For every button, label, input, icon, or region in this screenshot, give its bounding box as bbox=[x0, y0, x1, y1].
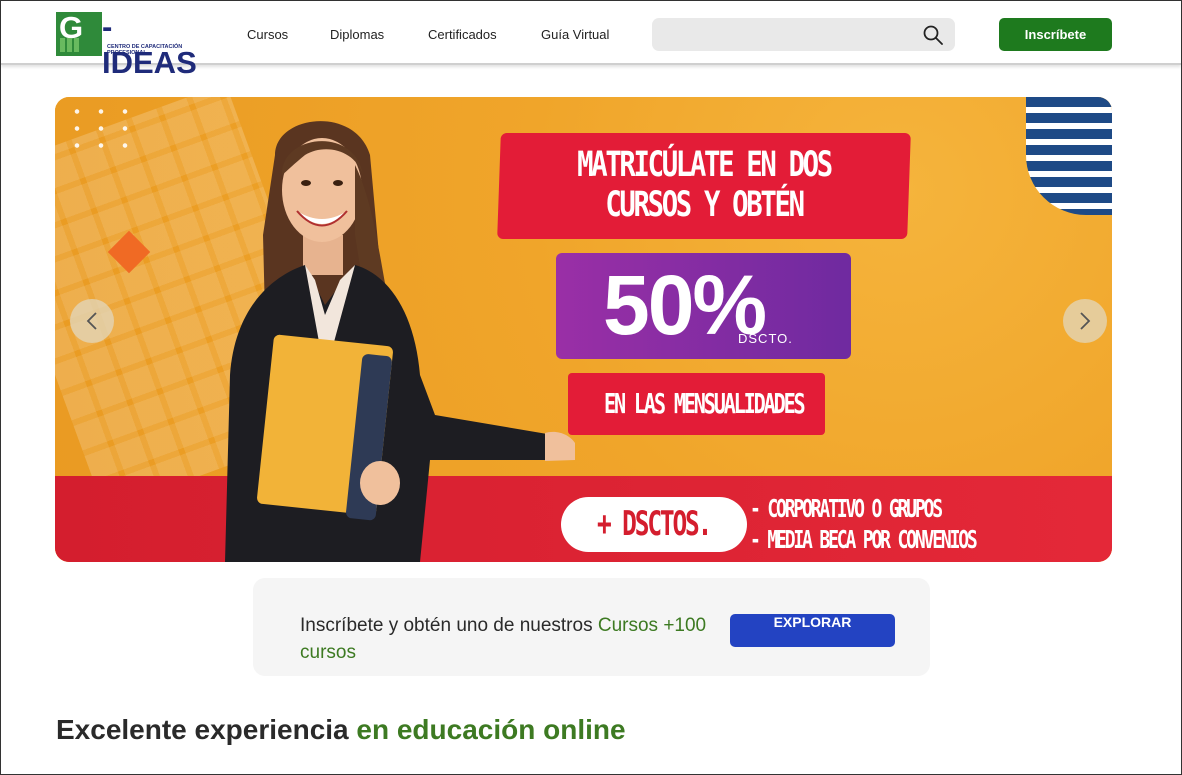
extra-discount-list: - CORPORATIVO O GRUPOS - MEDIA BECA POR … bbox=[750, 493, 978, 555]
nav-cursos[interactable]: Cursos bbox=[247, 27, 288, 42]
chevron-left-icon bbox=[86, 312, 97, 330]
search-input[interactable] bbox=[652, 18, 955, 51]
extra-discount-pill-text: + DSCTOS. bbox=[597, 504, 712, 544]
chevron-right-icon bbox=[1080, 312, 1091, 330]
logo[interactable]: G -IDEAS CENTRO DE CAPACITACIÓN PROFESIO… bbox=[56, 9, 207, 80]
explorar-button[interactable]: EXPLORAR bbox=[730, 614, 895, 647]
hero-banner: MATRICÚLATE EN DOS CURSOS Y OBTÉN 50% DS… bbox=[55, 97, 1112, 562]
section-title-main: Excelente experiencia bbox=[56, 714, 357, 745]
carousel-prev-button[interactable] bbox=[70, 299, 114, 343]
logo-mark: G bbox=[56, 10, 102, 56]
nav-guia-virtual[interactable]: Guía Virtual bbox=[541, 27, 609, 42]
discount-note: DSCTO. bbox=[738, 331, 793, 346]
site-header: G -IDEAS CENTRO DE CAPACITACIÓN PROFESIO… bbox=[1, 1, 1181, 80]
inscribete-button[interactable]: Inscríbete bbox=[999, 18, 1112, 51]
dots-graphic bbox=[65, 103, 145, 159]
banner-subline: EN LAS MENSUALIDADES bbox=[603, 387, 806, 420]
banner-headline: MATRICÚLATE EN DOS CURSOS Y OBTÉN bbox=[544, 145, 864, 225]
extra-discount-pill: + DSCTOS. bbox=[561, 497, 747, 552]
logo-tagline: CENTRO DE CAPACITACIÓN PROFESIONAL bbox=[107, 44, 207, 56]
explore-card-text: Inscríbete y obtén uno de nuestros Curso… bbox=[300, 612, 720, 666]
extra-discount-item: - CORPORATIVO O GRUPOS bbox=[750, 494, 943, 523]
section-title-highlight: en educación online bbox=[356, 714, 626, 745]
nav-diplomas[interactable]: Diplomas bbox=[330, 27, 384, 42]
banner-headline-line2: CURSOS Y OBTÉN bbox=[605, 185, 805, 225]
nav-certificados[interactable]: Certificados bbox=[428, 27, 497, 42]
logo-grid-graphic bbox=[60, 38, 80, 52]
carousel-next-button[interactable] bbox=[1063, 299, 1107, 343]
search-icon[interactable] bbox=[923, 25, 943, 45]
explore-card: Inscríbete y obtén uno de nuestros Curso… bbox=[253, 578, 930, 676]
logo-tagline-line2: PROFESIONAL bbox=[107, 50, 147, 56]
extra-discount-item: - MEDIA BECA POR CONVENIOS bbox=[750, 525, 978, 554]
banner-headline-line1: MATRICÚLATE EN DOS bbox=[577, 145, 833, 185]
explore-card-text-main: Inscríbete y obtén uno de nuestros bbox=[300, 615, 598, 636]
section-title: Excelente experiencia en educación onlin… bbox=[56, 714, 626, 746]
